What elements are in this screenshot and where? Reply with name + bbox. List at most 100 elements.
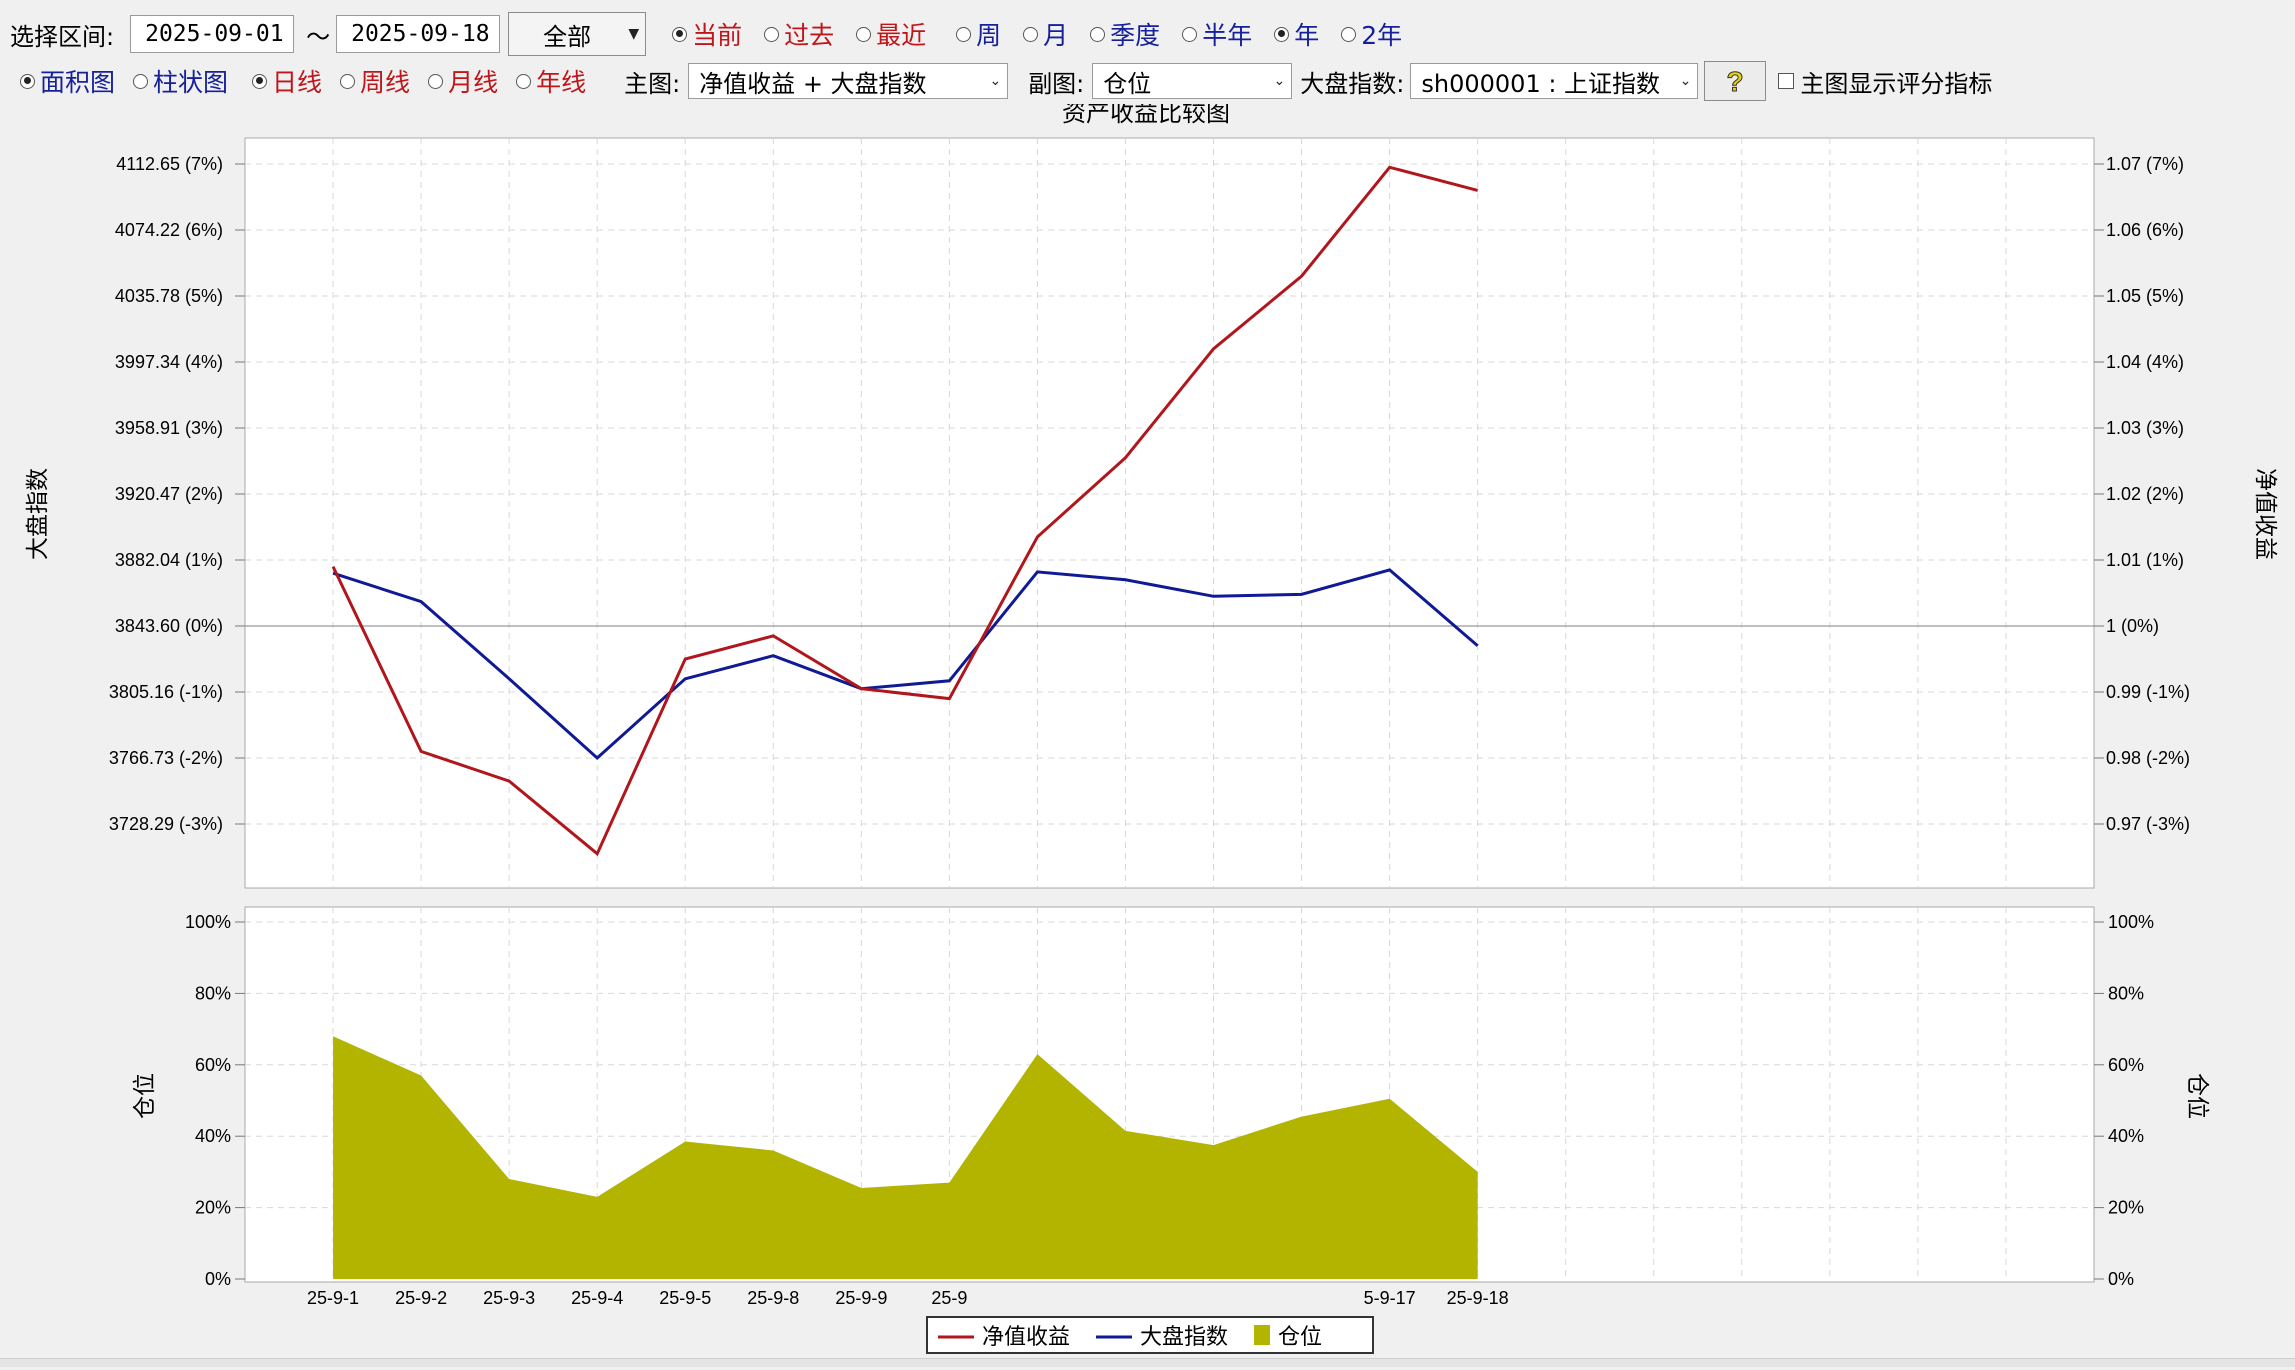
date-range-toolbar: 选择区间: 2025-09-01 ～ 2025-09-18 全部 ▼ 当前 过去…: [0, 8, 2295, 60]
radio-monthly-label: 月线: [448, 68, 499, 97]
chevron-down-icon: ⌄: [989, 73, 1002, 89]
radio-half-year[interactable]: 半年: [1182, 16, 1252, 52]
left-axis-tick-label: 4112.65 (7%): [116, 154, 223, 174]
main-chart-select-value: 净值收益 + 大盘指数: [699, 69, 927, 98]
left-axis-tick-label: 3805.16 (-1%): [109, 682, 223, 702]
sub-chart-select[interactable]: 仓位 ⌄: [1092, 63, 1293, 99]
legend-index-label: 大盘指数: [1140, 1325, 1229, 1350]
radio-yearly[interactable]: 年线: [516, 63, 586, 99]
radio-week[interactable]: 周: [956, 16, 1001, 52]
radio-week-label: 周: [976, 21, 1002, 50]
radio-circle-icon: [856, 26, 872, 42]
sub-chart-select-value: 仓位: [1103, 69, 1152, 98]
right-axis-tick-label: 1.07 (7%): [2106, 154, 2184, 174]
sub-right-tick-label: 40%: [2108, 1126, 2144, 1146]
main-chart-label: 主图:: [624, 69, 681, 98]
radio-circle-icon: [956, 26, 972, 42]
sub-chart-label: 副图:: [1028, 69, 1085, 98]
scope-select-value: 全部: [543, 22, 592, 51]
left-axis-tick-label: 3843.60 (0%): [115, 616, 223, 636]
x-axis-tick-label: 25-9-8: [747, 1288, 799, 1308]
help-button[interactable]: ?: [1704, 61, 1767, 101]
sub-right-tick-label: 100%: [2108, 912, 2154, 932]
show-score-label: 主图显示评分指标: [1800, 69, 1993, 98]
radio-month[interactable]: 月: [1023, 16, 1068, 52]
radio-circle-icon: [20, 73, 35, 89]
left-axis-tick-label: 3920.47 (2%): [115, 484, 223, 504]
x-axis-tick-label: 25-9-4: [571, 1288, 623, 1308]
right-axis-tick-label: 0.99 (-1%): [2106, 682, 2190, 702]
range-label: 选择区间:: [10, 22, 115, 51]
right-axis-tick-label: 1.01 (1%): [2106, 550, 2184, 570]
radio-weekly[interactable]: 周线: [340, 63, 410, 99]
index-select-value: sh000001 : 上证指数: [1421, 69, 1661, 98]
radio-circle-icon: [1274, 26, 1290, 42]
x-axis-tick-label: 25-9-1: [307, 1288, 359, 1308]
radio-month-label: 月: [1043, 21, 1069, 50]
asset-return-comparison-chart: 4112.65 (7%) 1.07 (7%) 4074.22 (6%) 1.06 (6…: [24, 100, 2279, 1308]
line-period-radio-group: 日线 周线 月线 年线: [252, 63, 624, 99]
chart-type-radio-group: 面积图 柱状图: [20, 63, 252, 99]
radio-circle-icon: [1023, 26, 1039, 42]
left-axis-tick-label: 3958.91 (3%): [115, 418, 223, 438]
sub-right-tick-label: 0%: [2108, 1269, 2134, 1289]
checkbox-icon: [1778, 73, 1795, 89]
radio-daily[interactable]: 日线: [252, 63, 322, 99]
radio-past-label: 过去: [784, 21, 835, 50]
radio-two-years-label: 2年: [1361, 21, 1403, 50]
radio-recent-label: 最近: [876, 21, 927, 50]
radio-circle-icon: [516, 73, 532, 89]
x-axis-tick-label: 25-9-9: [835, 1288, 887, 1308]
radio-bar-chart-label: 柱状图: [153, 68, 229, 97]
legend-net-value-label: 净值收益: [982, 1325, 1071, 1350]
main-plot-background: [244, 137, 2095, 889]
left-axis-label: 大盘指数: [24, 468, 50, 560]
right-axis-tick-label: 0.98 (-2%): [2106, 748, 2190, 768]
radio-year[interactable]: 年: [1274, 16, 1319, 52]
radio-current[interactable]: 当前: [672, 16, 742, 52]
radio-half-year-label: 半年: [1202, 21, 1253, 50]
radio-past[interactable]: 过去: [764, 16, 834, 52]
left-axis-tick-label: 3997.34 (4%): [115, 352, 223, 372]
range-tilde: ～: [306, 22, 331, 51]
chart-title: 资产收益比较图: [1062, 104, 1230, 127]
start-date-field[interactable]: 2025-09-01: [130, 15, 295, 53]
radio-two-years[interactable]: 2年: [1341, 16, 1402, 52]
radio-year-label: 年: [1294, 21, 1320, 50]
span-radio-group: 周 月 季度 半年 年 2年: [956, 16, 1424, 52]
sub-left-tick-label: 0%: [205, 1269, 231, 1289]
show-score-checkbox[interactable]: 主图显示评分指标: [1778, 64, 1992, 99]
index-label: 大盘指数:: [1300, 69, 1405, 98]
radio-recent[interactable]: 最近: [856, 16, 926, 52]
x-axis-tick-label: 25-9-3: [483, 1288, 535, 1308]
radio-yearly-label: 年线: [536, 68, 587, 97]
right-axis-tick-label: 1.05 (5%): [2106, 286, 2184, 306]
radio-circle-icon: [1090, 26, 1106, 42]
main-chart-select[interactable]: 净值收益 + 大盘指数 ⌄: [688, 63, 1009, 99]
chart-area: 4112.65 (7%) 1.07 (7%) 4074.22 (6%) 1.06 (6…: [0, 100, 2295, 1366]
question-mark-icon: ?: [1726, 66, 1744, 96]
right-axis-tick-label: 1.04 (4%): [2106, 352, 2184, 372]
x-axis-tick-label: 25-9-2: [395, 1288, 447, 1308]
right-axis-tick-label: 0.97 (-3%): [2106, 814, 2190, 834]
radio-monthly[interactable]: 月线: [428, 63, 498, 99]
end-date-field[interactable]: 2025-09-18: [336, 15, 501, 53]
radio-bar-chart[interactable]: 柱状图: [133, 63, 228, 99]
radio-circle-icon: [340, 73, 356, 89]
sub-left-tick-label: 60%: [195, 1055, 231, 1075]
scope-select[interactable]: 全部 ▼: [508, 12, 647, 56]
left-axis-tick-label: 4074.22 (6%): [115, 220, 223, 240]
right-axis-tick-label: 1 (0%): [2106, 616, 2159, 636]
legend-net-value-swatch: [938, 1335, 974, 1339]
chart-legend: 净值收益 大盘指数 仓位: [926, 1316, 1374, 1354]
radio-quarter[interactable]: 季度: [1090, 16, 1160, 52]
chevron-down-icon: ⌄: [1679, 73, 1692, 89]
radio-quarter-label: 季度: [1110, 21, 1161, 50]
radio-circle-icon: [672, 26, 688, 42]
sub-left-tick-label: 100%: [185, 912, 231, 932]
index-select[interactable]: sh000001 : 上证指数 ⌄: [1410, 63, 1699, 99]
chevron-down-icon: ▼: [628, 26, 640, 42]
chevron-down-icon: ⌄: [1273, 73, 1286, 89]
radio-area-chart[interactable]: 面积图: [20, 63, 115, 99]
right-axis-tick-label: 1.06 (6%): [2106, 220, 2184, 240]
